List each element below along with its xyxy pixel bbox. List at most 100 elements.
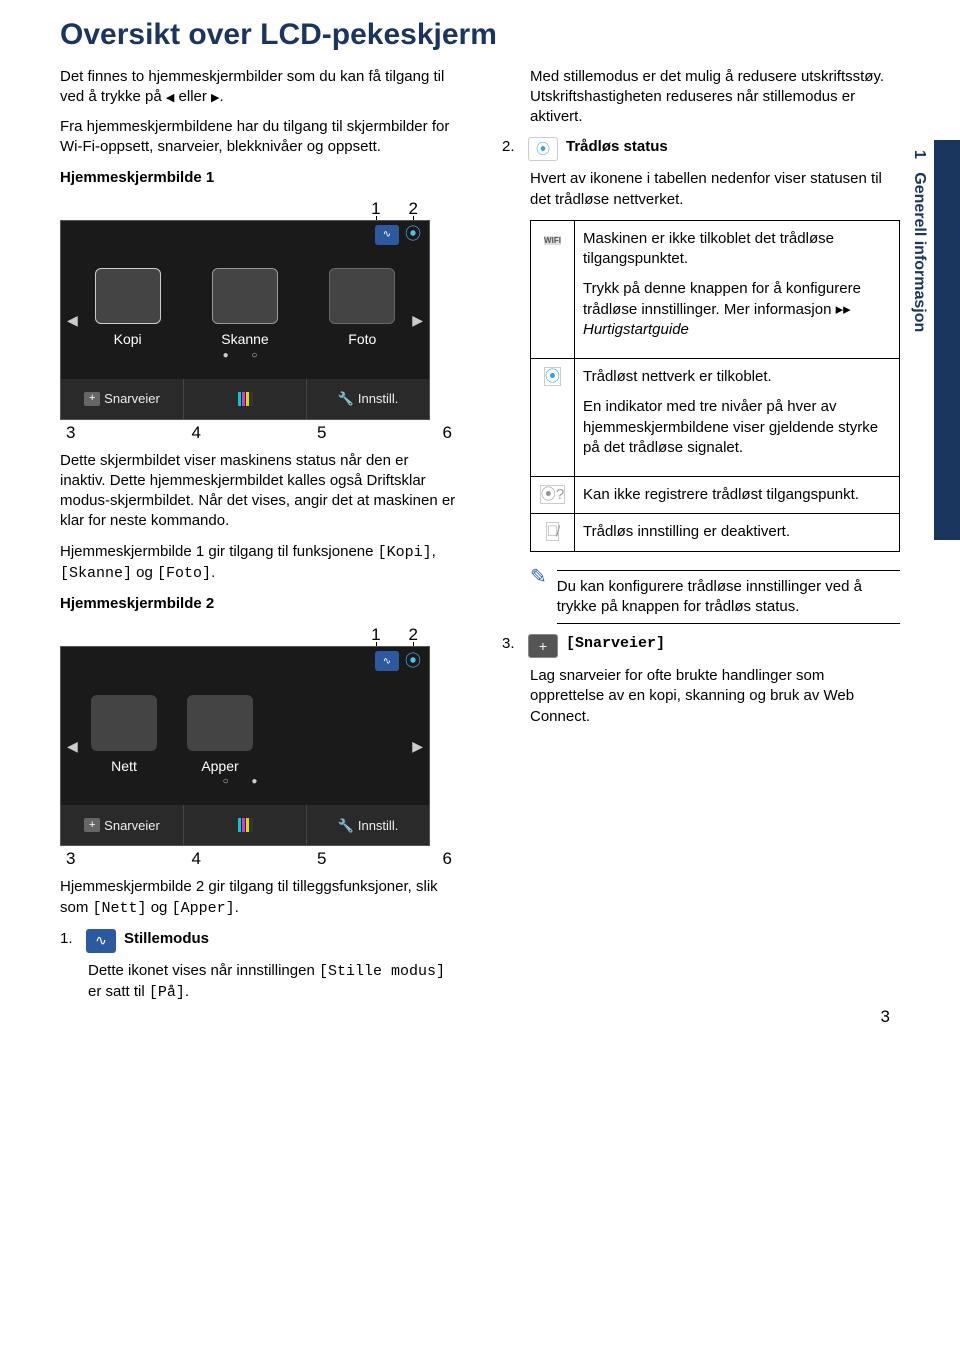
table-row: ⦿ Trådløst nettverk er tilkoblet. En ind…: [531, 359, 900, 477]
wifi-icon[interactable]: ⦿: [405, 224, 421, 246]
wifi-connected-icon: ⦿: [544, 367, 561, 386]
snarveier-label-2: Snarveier: [104, 817, 160, 835]
nav-left-icon-2[interactable]: ◀: [67, 737, 78, 756]
r2b: En indikator med tre nivåer på hver av h…: [583, 397, 891, 458]
innstill-label-2: Innstill.: [358, 817, 398, 835]
item-1-num: 1.: [60, 929, 78, 949]
side-tab-num: 1: [911, 150, 928, 159]
table-row: ⦿? Kan ikke registrere trådløst tilgangs…: [531, 477, 900, 514]
intro-2: Fra hjemmeskjermbildene har du tilgang t…: [60, 117, 458, 158]
item-3-text: Lag snarveier for ofte brukte handlinger…: [530, 666, 900, 727]
callouts-top-2: 1 2: [60, 624, 458, 646]
quiet-mode-icon[interactable]: ∿: [375, 225, 399, 245]
snarveier-button-2[interactable]: + Snarveier: [61, 805, 184, 845]
r1b-b-i: Hurtigstartguide: [583, 321, 689, 338]
ink-icon-2: [238, 818, 253, 832]
r4: Trådløs innstilling er deaktivert.: [575, 514, 900, 551]
lcd-screen-1: ∿ ⦿ ◀ ▶ Kopi Skanne: [60, 220, 430, 420]
left-column: Det finnes to hjemmeskjermbilder som du …: [60, 67, 458, 1014]
arrows-icon: ▸▸: [836, 301, 851, 318]
callout-4b: 4: [192, 848, 201, 871]
ink-button[interactable]: [184, 379, 307, 419]
callout-3b: 3: [66, 848, 75, 871]
callout-3: 3: [66, 422, 75, 445]
ink-button-2[interactable]: [184, 805, 307, 845]
right-top-para: Med stillemodus er det mulig å redusere …: [530, 67, 900, 128]
page-number: 3: [881, 1006, 890, 1029]
plus-icon-2: +: [84, 818, 100, 832]
wifi-badge-icon: ⦿: [528, 137, 558, 161]
callout-1b: 1: [371, 624, 380, 646]
callouts-bottom-1: 3 4 5 6: [60, 420, 458, 445]
home2-title: Hjemmeskjermbilde 2: [60, 594, 458, 614]
wifi-text-icon: WIFI: [544, 236, 561, 245]
quiet-mode-icon-2[interactable]: ∿: [375, 651, 399, 671]
item-3-num: 3.: [502, 634, 520, 654]
r2a: Trådløst nettverk er tilkoblet.: [583, 367, 891, 387]
table-row: WIFI Maskinen er ikke tilkoblet det tråd…: [531, 220, 900, 358]
item-2: 2. ⦿ Trådløs status: [502, 137, 900, 161]
tools-icon: 🔧: [338, 390, 354, 408]
af1b-foto: [Foto]: [157, 565, 211, 582]
snarveier-button[interactable]: + Snarveier: [61, 379, 184, 419]
r1b-b: Hurtigstartguide: [583, 321, 689, 338]
note-pen-icon: ✎: [530, 564, 547, 625]
r1b: Trykk på denne knappen for å konfigurere…: [583, 279, 891, 340]
figure-1: 1 2 ∿ ⦿ ◀ ▶ Kopi: [60, 198, 458, 445]
af2-s: og: [147, 899, 172, 916]
innstill-label: Innstill.: [358, 390, 398, 408]
snarveier-label: Snarveier: [104, 390, 160, 408]
lcd-screen-2: ∿ ⦿ ◀ ▶ Nett Apper ○ ●: [60, 646, 430, 846]
wifi-off-icon: ⦿̸: [546, 522, 559, 541]
callouts-top-1: 1 2: [60, 198, 458, 220]
af1b-s2: og: [132, 564, 157, 581]
nav-right-icon-2[interactable]: ▶: [412, 737, 423, 756]
af2-e: .: [235, 899, 239, 916]
intro-1: Det finnes to hjemmeskjermbilder som du …: [60, 67, 458, 108]
af1b-skanne: [Skanne]: [60, 565, 132, 582]
kopi-button[interactable]: Kopi: [95, 268, 161, 349]
skanne-label: Skanne: [212, 330, 278, 349]
after-fig2: Hjemmeskjermbilde 2 gir tilgang til till…: [60, 877, 458, 919]
af1b-a: Hjemmeskjermbilde 1 gir tilgang til funk…: [60, 543, 378, 560]
after-fig1b: Hjemmeskjermbilde 1 gir tilgang til funk…: [60, 542, 458, 585]
item-1-text: Dette ikonet vises når innstillingen [St…: [88, 961, 458, 1004]
af1b-s1: ,: [432, 543, 436, 560]
intro-1b: eller: [174, 88, 211, 105]
af2-nett: [Nett]: [93, 900, 147, 917]
af1b-kopi: [Kopi]: [378, 544, 432, 561]
shortcuts-plus-icon: +: [528, 634, 558, 658]
figure-2: 1 2 ∿ ⦿ ◀ ▶ Nett: [60, 624, 458, 871]
innstill-button[interactable]: 🔧 Innstill.: [307, 379, 429, 419]
callouts-bottom-2: 3 4 5 6: [60, 846, 458, 871]
callout-2: 2: [409, 198, 418, 220]
wifi-status-table: WIFI Maskinen er ikke tilkoblet det tråd…: [530, 220, 900, 552]
item-3: 3. + [Snarveier]: [502, 634, 900, 658]
note-box: ✎ Du kan konfigurere trådløse innstillin…: [530, 564, 900, 625]
item-2-text: Hvert av ikonene i tabellen nedenfor vis…: [530, 169, 900, 210]
quiet-badge-icon: ∿: [86, 929, 116, 953]
nav-left-icon[interactable]: ◀: [67, 311, 78, 330]
foto-button[interactable]: Foto: [329, 268, 395, 349]
item-2-num: 2.: [502, 137, 520, 157]
innstill-button-2[interactable]: 🔧 Innstill.: [307, 805, 429, 845]
i1t-c: .: [185, 983, 189, 1000]
apper-button[interactable]: Apper: [187, 695, 253, 776]
wifi-icon-2[interactable]: ⦿: [405, 651, 421, 673]
tools-icon-2: 🔧: [338, 817, 354, 835]
item-1: 1. ∿ Stillemodus: [60, 929, 458, 953]
callout-4: 4: [192, 422, 201, 445]
callout-5b: 5: [317, 848, 326, 871]
wifi-question-icon: ⦿?: [540, 485, 565, 504]
table-row: ⦿̸ Trådløs innstilling er deaktivert.: [531, 514, 900, 551]
nett-button[interactable]: Nett: [91, 695, 157, 776]
r3: Kan ikke registrere trådløst tilgangspun…: [575, 477, 900, 514]
skanne-button[interactable]: Skanne: [212, 268, 278, 349]
home1-title: Hjemmeskjermbilde 1: [60, 168, 458, 188]
r1a: Maskinen er ikke tilkoblet det trådløse …: [583, 229, 891, 270]
arrow-right-tri: ▶: [211, 92, 219, 104]
nav-right-icon[interactable]: ▶: [412, 311, 423, 330]
callout-6: 6: [443, 422, 452, 445]
intro-1c: .: [220, 88, 224, 105]
item-2-label: Trådløs status: [566, 137, 668, 157]
